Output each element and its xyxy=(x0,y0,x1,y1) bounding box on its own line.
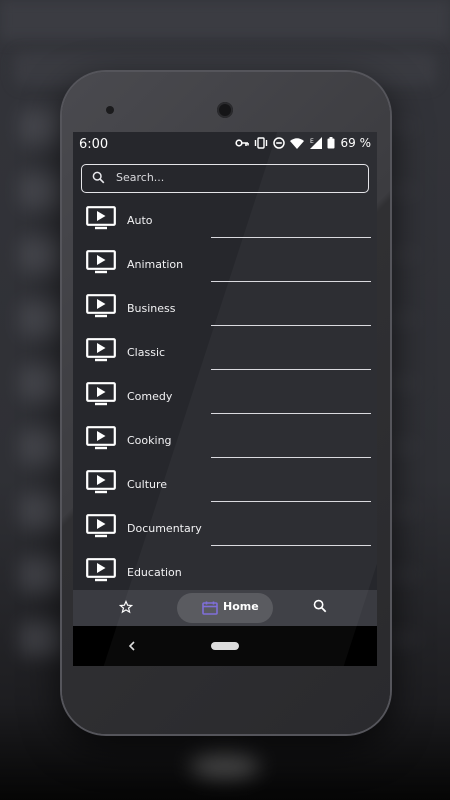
category-item-auto[interactable]: Auto xyxy=(73,202,377,246)
tv-play-icon xyxy=(86,514,116,538)
category-label: Documentary xyxy=(127,522,202,535)
tv-play-icon xyxy=(86,294,116,318)
wifi-icon xyxy=(289,137,304,149)
battery-icon xyxy=(327,137,334,149)
blurred-topbar xyxy=(0,0,450,40)
back-icon[interactable] xyxy=(127,639,137,653)
search-placeholder: Search... xyxy=(116,171,165,184)
battery-percent: 69 % xyxy=(340,136,372,150)
category-item-classic[interactable]: Classic xyxy=(73,334,377,378)
tv-play-icon xyxy=(86,250,116,274)
category-item-cooking[interactable]: Cooking xyxy=(73,422,377,466)
tv-play-icon xyxy=(86,338,116,362)
blurred-home-indicator xyxy=(190,752,260,778)
vpn-key-icon xyxy=(234,139,249,147)
tv-play-icon xyxy=(86,382,116,406)
category-label: Culture xyxy=(127,478,168,491)
nav-home-label: Home xyxy=(223,600,259,613)
home-pill-button[interactable] xyxy=(211,642,239,650)
status-bar: 6:00 E 69 % xyxy=(73,132,377,156)
phone-screen: 6:00 E 69 % Search... Auto Animation Bus… xyxy=(73,132,377,666)
bottom-navigation: Home xyxy=(73,590,377,626)
category-label: Education xyxy=(127,566,182,579)
search-icon[interactable] xyxy=(313,599,327,613)
category-item-culture[interactable]: Culture xyxy=(73,466,377,510)
category-item-comedy[interactable]: Comedy xyxy=(73,378,377,422)
signal-e-icon: E xyxy=(309,137,322,149)
divider xyxy=(211,237,371,238)
tv-play-icon xyxy=(86,426,116,450)
phone-sensor xyxy=(106,106,114,114)
divider xyxy=(211,369,371,370)
system-navigation-bar xyxy=(73,626,377,666)
category-label: Cooking xyxy=(127,434,172,447)
divider xyxy=(211,325,371,326)
search-input[interactable]: Search... xyxy=(81,164,369,193)
category-label: Auto xyxy=(127,214,153,227)
divider xyxy=(211,545,371,546)
category-item-documentary[interactable]: Documentary xyxy=(73,510,377,554)
divider xyxy=(211,501,371,502)
status-icons: E 69 % xyxy=(234,136,372,150)
category-item-business[interactable]: Business xyxy=(73,290,377,334)
divider xyxy=(211,457,371,458)
divider xyxy=(211,281,371,282)
dnd-icon xyxy=(272,137,285,149)
star-icon[interactable] xyxy=(119,600,133,614)
category-label: Classic xyxy=(127,346,166,359)
divider xyxy=(211,413,371,414)
nav-home-button[interactable]: Home xyxy=(177,593,273,623)
calendar-icon xyxy=(202,601,218,615)
category-label: Animation xyxy=(127,258,184,271)
tv-play-icon xyxy=(86,206,116,230)
search-icon xyxy=(92,171,105,184)
category-list: Auto Animation Business Classic Comedy C… xyxy=(73,202,377,598)
status-time: 6:00 xyxy=(79,137,109,152)
phone-camera xyxy=(217,102,233,118)
tv-play-icon xyxy=(86,558,116,582)
category-label: Business xyxy=(127,302,176,315)
category-label: Comedy xyxy=(127,390,173,403)
svg-text:E: E xyxy=(310,138,314,145)
category-item-animation[interactable]: Animation xyxy=(73,246,377,290)
tv-play-icon xyxy=(86,470,116,494)
vibrate-icon xyxy=(254,137,267,149)
